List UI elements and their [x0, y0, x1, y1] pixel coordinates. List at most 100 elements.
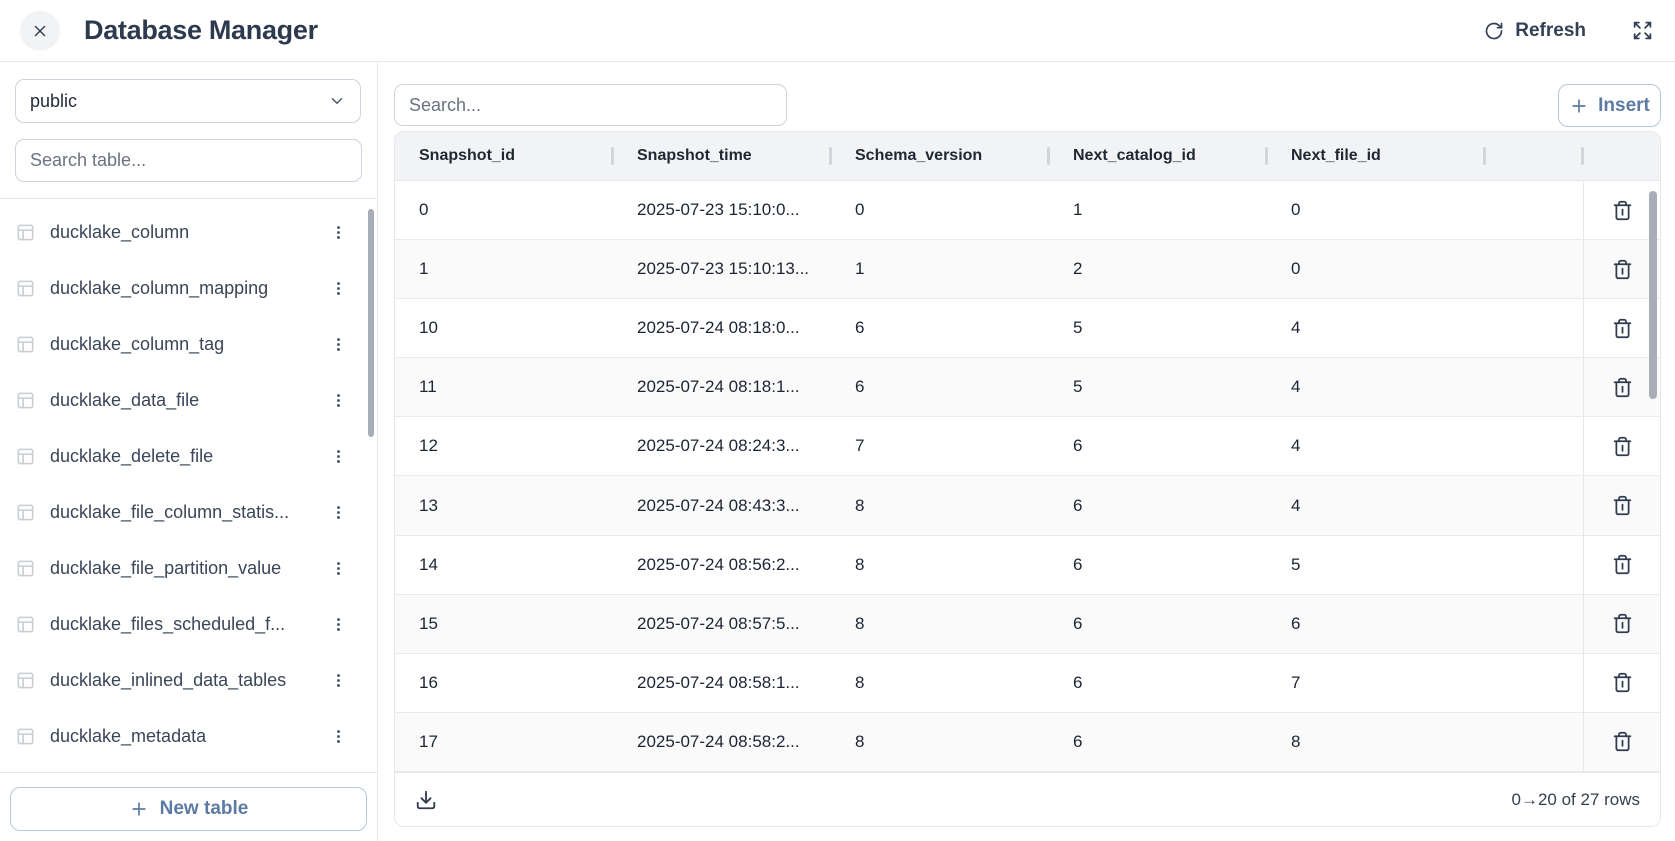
refresh-button[interactable]: Refresh [1484, 20, 1586, 42]
cell[interactable]: 2025-07-24 08:58:1... [613, 654, 831, 712]
table-menu-button[interactable] [325, 219, 351, 245]
sidebar-item-table[interactable]: ducklake_file_column_statis... [0, 484, 377, 540]
cell[interactable]: 16 [395, 654, 613, 712]
cell[interactable]: 1 [831, 240, 1049, 298]
cell[interactable]: 6 [1049, 417, 1267, 475]
cell[interactable]: 1 [1049, 181, 1267, 239]
delete-row-button[interactable] [1608, 668, 1637, 697]
cell[interactable]: 2025-07-24 08:58:2... [613, 713, 831, 771]
cell[interactable]: 13 [395, 476, 613, 534]
delete-row-button[interactable] [1608, 609, 1637, 638]
cell[interactable]: 8 [831, 536, 1049, 594]
cell[interactable]: 8 [1267, 713, 1485, 771]
cell[interactable]: 6 [831, 358, 1049, 416]
cell[interactable]: 0 [1267, 181, 1485, 239]
cell[interactable]: 7 [1267, 654, 1485, 712]
cell[interactable]: 17 [395, 713, 613, 771]
delete-row-button[interactable] [1608, 432, 1637, 461]
row-actions [1583, 595, 1660, 653]
table-menu-button[interactable] [325, 275, 351, 301]
cell[interactable]: 2025-07-23 15:10:0... [613, 181, 831, 239]
sidebar-item-table[interactable]: ducklake_column [0, 204, 377, 260]
table-menu-button[interactable] [325, 723, 351, 749]
cell[interactable]: 5 [1267, 536, 1485, 594]
cell[interactable]: 4 [1267, 476, 1485, 534]
delete-row-button[interactable] [1608, 550, 1637, 579]
cell[interactable]: 2 [1049, 240, 1267, 298]
delete-row-button[interactable] [1608, 314, 1637, 343]
delete-row-button[interactable] [1608, 491, 1637, 520]
schema-select[interactable]: public [15, 79, 361, 123]
table-menu-button[interactable] [325, 331, 351, 357]
table-menu-button[interactable] [325, 387, 351, 413]
cell[interactable]: 2025-07-24 08:43:3... [613, 476, 831, 534]
cell[interactable]: 6 [1049, 476, 1267, 534]
search-input[interactable] [394, 84, 787, 126]
delete-row-button[interactable] [1608, 727, 1637, 756]
cell[interactable]: 0 [1267, 240, 1485, 298]
cell[interactable]: 2025-07-24 08:24:3... [613, 417, 831, 475]
table-menu-button[interactable] [325, 499, 351, 525]
cell[interactable]: 0 [395, 181, 613, 239]
cell[interactable]: 0 [831, 181, 1049, 239]
cell[interactable]: 14 [395, 536, 613, 594]
cell[interactable]: 8 [831, 654, 1049, 712]
delete-row-button[interactable] [1608, 196, 1637, 225]
table-icon [16, 335, 35, 354]
table-menu-button[interactable] [325, 611, 351, 637]
new-table-button[interactable]: New table [10, 787, 367, 831]
cell[interactable]: 15 [395, 595, 613, 653]
refresh-icon [1484, 21, 1504, 41]
cell[interactable]: 12 [395, 417, 613, 475]
cell[interactable]: 2025-07-24 08:56:2... [613, 536, 831, 594]
sidebar-item-table[interactable]: ducklake_files_scheduled_f... [0, 596, 377, 652]
download-button[interactable] [413, 787, 439, 813]
table-menu-button[interactable] [325, 555, 351, 581]
close-button[interactable] [20, 11, 60, 51]
kebab-icon [330, 392, 347, 409]
cell[interactable]: 2025-07-23 15:10:13... [613, 240, 831, 298]
cell[interactable]: 8 [831, 476, 1049, 534]
cell[interactable]: 6 [1049, 654, 1267, 712]
sidebar-item-table[interactable]: ducklake_inlined_data_tables [0, 652, 377, 708]
table-menu-button[interactable] [325, 667, 351, 693]
row-actions [1583, 476, 1660, 534]
sidebar-item-table[interactable]: ducklake_data_file [0, 372, 377, 428]
kebab-icon [330, 672, 347, 689]
cell[interactable]: 6 [1049, 536, 1267, 594]
cell[interactable]: 4 [1267, 299, 1485, 357]
cell[interactable]: 8 [831, 595, 1049, 653]
sidebar-scrollbar[interactable] [368, 209, 374, 437]
cell[interactable]: 4 [1267, 417, 1485, 475]
cell[interactable]: 10 [395, 299, 613, 357]
delete-row-button[interactable] [1608, 373, 1637, 402]
cell[interactable]: 5 [1049, 358, 1267, 416]
cell[interactable]: 6 [831, 299, 1049, 357]
cell[interactable]: 2025-07-24 08:18:0... [613, 299, 831, 357]
cell[interactable]: 1 [395, 240, 613, 298]
sidebar-item-table[interactable]: ducklake_file_partition_value [0, 540, 377, 596]
trash-icon [1612, 613, 1633, 634]
cell[interactable]: 6 [1267, 595, 1485, 653]
kebab-icon [330, 728, 347, 745]
fullscreen-button[interactable] [1630, 18, 1655, 43]
sidebar-item-table[interactable]: ducklake_column_tag [0, 316, 377, 372]
cell[interactable]: 2025-07-24 08:18:1... [613, 358, 831, 416]
table-scrollbar[interactable] [1649, 191, 1657, 399]
cell[interactable]: 7 [831, 417, 1049, 475]
table-search-input[interactable] [15, 139, 362, 182]
cell[interactable]: 11 [395, 358, 613, 416]
delete-row-button[interactable] [1608, 255, 1637, 284]
new-table-label: New table [160, 798, 249, 820]
sidebar-item-table[interactable]: ducklake_metadata [0, 708, 377, 764]
table-menu-button[interactable] [325, 443, 351, 469]
cell[interactable]: 8 [831, 713, 1049, 771]
cell[interactable]: 5 [1049, 299, 1267, 357]
sidebar-item-table[interactable]: ducklake_delete_file [0, 428, 377, 484]
cell[interactable]: 4 [1267, 358, 1485, 416]
sidebar-item-table[interactable]: ducklake_column_mapping [0, 260, 377, 316]
cell[interactable]: 6 [1049, 713, 1267, 771]
cell[interactable]: 6 [1049, 595, 1267, 653]
insert-button[interactable]: Insert [1558, 84, 1661, 127]
cell[interactable]: 2025-07-24 08:57:5... [613, 595, 831, 653]
